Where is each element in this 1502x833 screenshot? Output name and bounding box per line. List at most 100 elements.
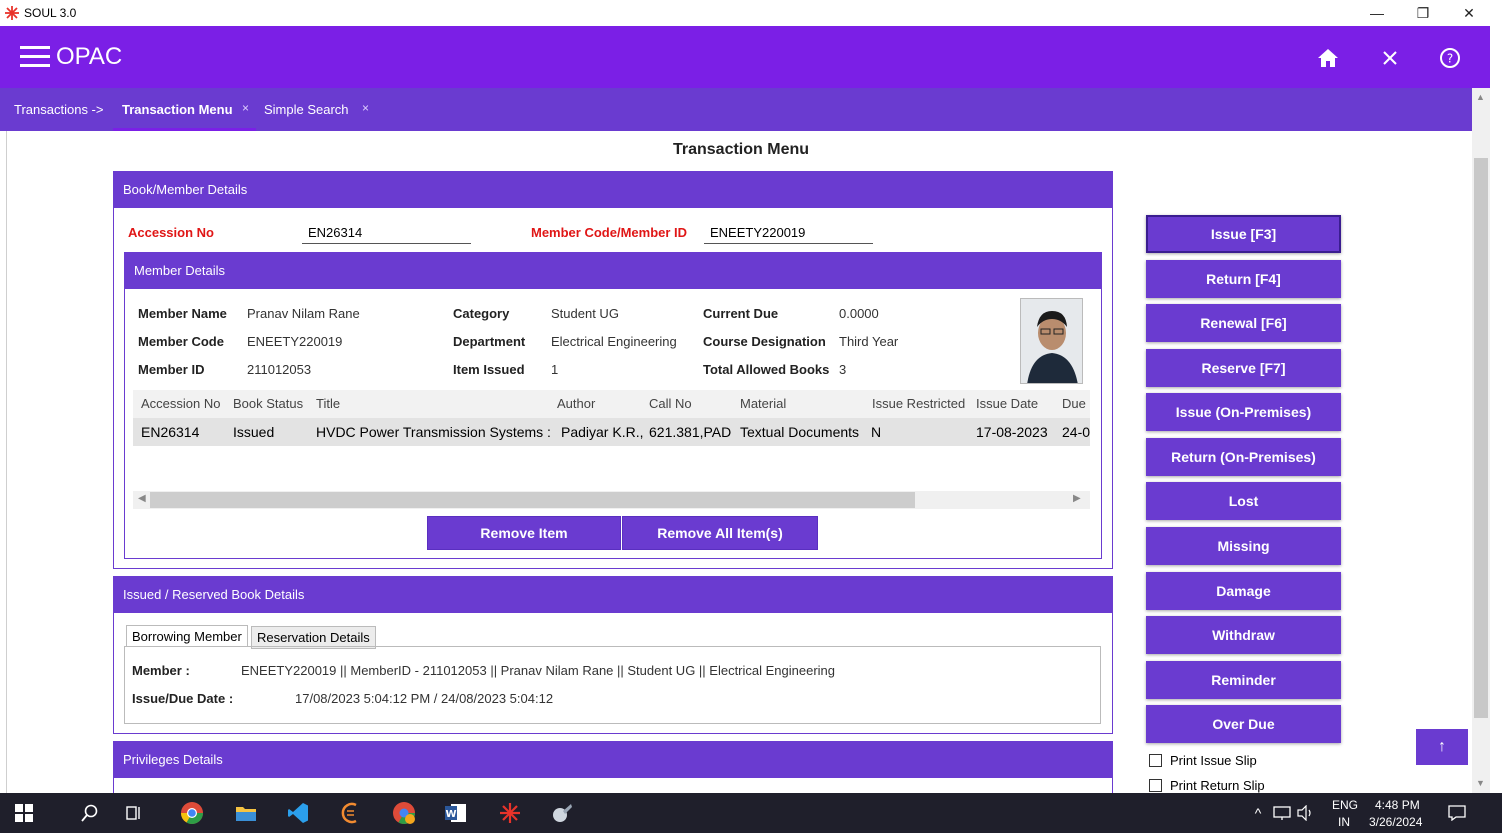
region-indicator[interactable]: IN: [1338, 815, 1350, 829]
member-code-value: ENEETY220019: [247, 334, 343, 349]
horizontal-scrollbar[interactable]: ◀ ▶: [133, 491, 1090, 509]
lost-button[interactable]: Lost: [1146, 482, 1341, 520]
word-icon[interactable]: W: [444, 801, 468, 825]
column-header[interactable]: Due: [1062, 396, 1086, 411]
active-tab-indicator: [113, 128, 256, 131]
remove-item-button[interactable]: Remove Item: [427, 516, 621, 550]
member-id-label: Member ID: [138, 362, 205, 377]
damage-button[interactable]: Damage: [1146, 572, 1341, 610]
column-header[interactable]: Material: [740, 396, 786, 411]
borrowing-member-tab-content: [124, 646, 1101, 724]
withdraw-button[interactable]: Withdraw: [1146, 616, 1341, 654]
scroll-right-arrow-icon[interactable]: ▶: [1073, 493, 1081, 504]
column-header[interactable]: Accession No: [141, 396, 220, 411]
over-due-button[interactable]: Over Due: [1146, 705, 1341, 743]
print-return-slip-label: Print Return Slip: [1170, 778, 1265, 793]
category-label: Category: [453, 306, 510, 321]
member-name-value: Pranav Nilam Rane: [247, 306, 360, 321]
svg-text:W: W: [445, 809, 456, 820]
column-header[interactable]: Issue Restricted: [872, 396, 965, 411]
total-allowed-label: Total Allowed Books: [703, 362, 830, 377]
table-cell: HVDC Power Transmission Systems :: [316, 424, 551, 440]
notification-icon[interactable]: [1445, 801, 1469, 825]
hamburger-menu-icon[interactable]: [20, 46, 50, 68]
search-icon[interactable]: [78, 801, 102, 825]
app-header: OPAC ?: [0, 26, 1490, 88]
table-cell: EN26314: [141, 424, 200, 440]
minimize-button[interactable]: —: [1354, 0, 1400, 26]
issue-due-date-value: 17/08/2023 5:04:12 PM / 24/08/2023 5:04:…: [295, 691, 554, 706]
member-id-value: 211012053: [247, 362, 312, 377]
hscroll-thumb[interactable]: [150, 492, 915, 508]
return-on-premises-button[interactable]: Return (On-Premises): [1146, 438, 1341, 476]
breadcrumb-root[interactable]: Transactions ->: [14, 102, 103, 117]
remove-all-items-button[interactable]: Remove All Item(s): [622, 516, 818, 550]
vertical-scrollbar[interactable]: ▲ ▼: [1472, 88, 1490, 793]
checkbox-box[interactable]: [1149, 779, 1162, 792]
member-code-input[interactable]: ENEETY220019: [704, 222, 873, 244]
table-cell: Padiyar K.R.,: [561, 424, 644, 440]
item-issued-value: 1: [551, 362, 559, 377]
table-cell: Textual Documents: [740, 424, 860, 440]
column-header[interactable]: Call No: [649, 396, 692, 411]
chrome-profile-icon[interactable]: [392, 801, 416, 825]
renewal-button[interactable]: Renewal [F6]: [1146, 304, 1341, 342]
issue-on-premises-button[interactable]: Issue (On-Premises): [1146, 393, 1341, 431]
scrollbar-thumb[interactable]: [1474, 158, 1488, 718]
chrome-icon[interactable]: [180, 801, 204, 825]
header-title: OPAC: [56, 43, 123, 70]
course-designation-label: Course Designation: [703, 334, 826, 349]
vscode-icon[interactable]: [286, 801, 310, 825]
app-tool-icon[interactable]: [550, 801, 574, 825]
table-cell: N: [871, 424, 882, 440]
reminder-button[interactable]: Reminder: [1146, 661, 1341, 699]
clock-time[interactable]: 4:48 PM: [1375, 798, 1420, 812]
scroll-up-arrow-icon[interactable]: ▲: [1476, 92, 1485, 102]
tab-simple-search-close[interactable]: ×: [362, 101, 369, 115]
task-view-icon[interactable]: [122, 801, 146, 825]
member-name-label: Member Name: [138, 306, 227, 321]
close-icon[interactable]: [1378, 46, 1402, 70]
member-code-detail-label: Member Code: [138, 334, 224, 349]
soul-app-icon[interactable]: [498, 801, 522, 825]
reserve-button[interactable]: Reserve [F7]: [1146, 349, 1341, 387]
tab-borrowing-member[interactable]: Borrowing Member: [126, 625, 248, 647]
eclipse-icon[interactable]: [340, 801, 364, 825]
tab-transaction-menu-close[interactable]: ×: [242, 101, 249, 115]
clock-date[interactable]: 3/26/2024: [1369, 815, 1422, 829]
scroll-to-top-button[interactable]: ↑: [1416, 729, 1468, 765]
print-return-slip-checkbox[interactable]: Print Return Slip: [1149, 778, 1265, 793]
tab-transaction-menu[interactable]: Transaction Menu: [122, 102, 233, 117]
volume-icon[interactable]: [1294, 801, 1318, 825]
column-header[interactable]: Book Status: [233, 396, 303, 411]
table-cell: 17-08-2023: [976, 424, 1048, 440]
maximize-button[interactable]: ❐: [1400, 0, 1446, 26]
help-icon[interactable]: ?: [1438, 46, 1462, 70]
file-explorer-icon[interactable]: [234, 801, 258, 825]
table-row[interactable]: EN26314 Issued HVDC Power Transmission S…: [133, 418, 1090, 446]
scroll-down-arrow-icon[interactable]: ▼: [1476, 778, 1485, 788]
print-issue-slip-checkbox[interactable]: Print Issue Slip: [1149, 753, 1257, 768]
network-icon[interactable]: [1270, 801, 1294, 825]
close-window-button[interactable]: ✕: [1446, 0, 1492, 26]
language-indicator[interactable]: ENG: [1332, 798, 1358, 812]
chevron-up-icon[interactable]: ^: [1246, 801, 1270, 825]
home-icon[interactable]: [1316, 46, 1340, 70]
accession-no-label: Accession No: [128, 225, 214, 240]
member-info-label: Member :: [132, 663, 190, 678]
return-button[interactable]: Return [F4]: [1146, 260, 1341, 298]
table-cell: 24-0: [1062, 424, 1091, 440]
windows-start-icon[interactable]: [12, 801, 36, 825]
scroll-left-arrow-icon[interactable]: ◀: [138, 493, 146, 504]
tab-simple-search[interactable]: Simple Search: [264, 102, 349, 117]
checkbox-box[interactable]: [1149, 754, 1162, 767]
column-header[interactable]: Author: [557, 396, 595, 411]
column-header[interactable]: Title: [316, 396, 340, 411]
breadcrumb: Transactions -> Transaction Menu × Simpl…: [0, 88, 1472, 131]
svg-text:?: ?: [1447, 52, 1453, 66]
accession-no-input[interactable]: EN26314: [302, 222, 471, 244]
missing-button[interactable]: Missing: [1146, 527, 1341, 565]
issue-button[interactable]: Issue [F3]: [1146, 215, 1341, 253]
column-header[interactable]: Issue Date: [976, 396, 1038, 411]
table-cell: 621.381,PAD: [649, 424, 732, 440]
